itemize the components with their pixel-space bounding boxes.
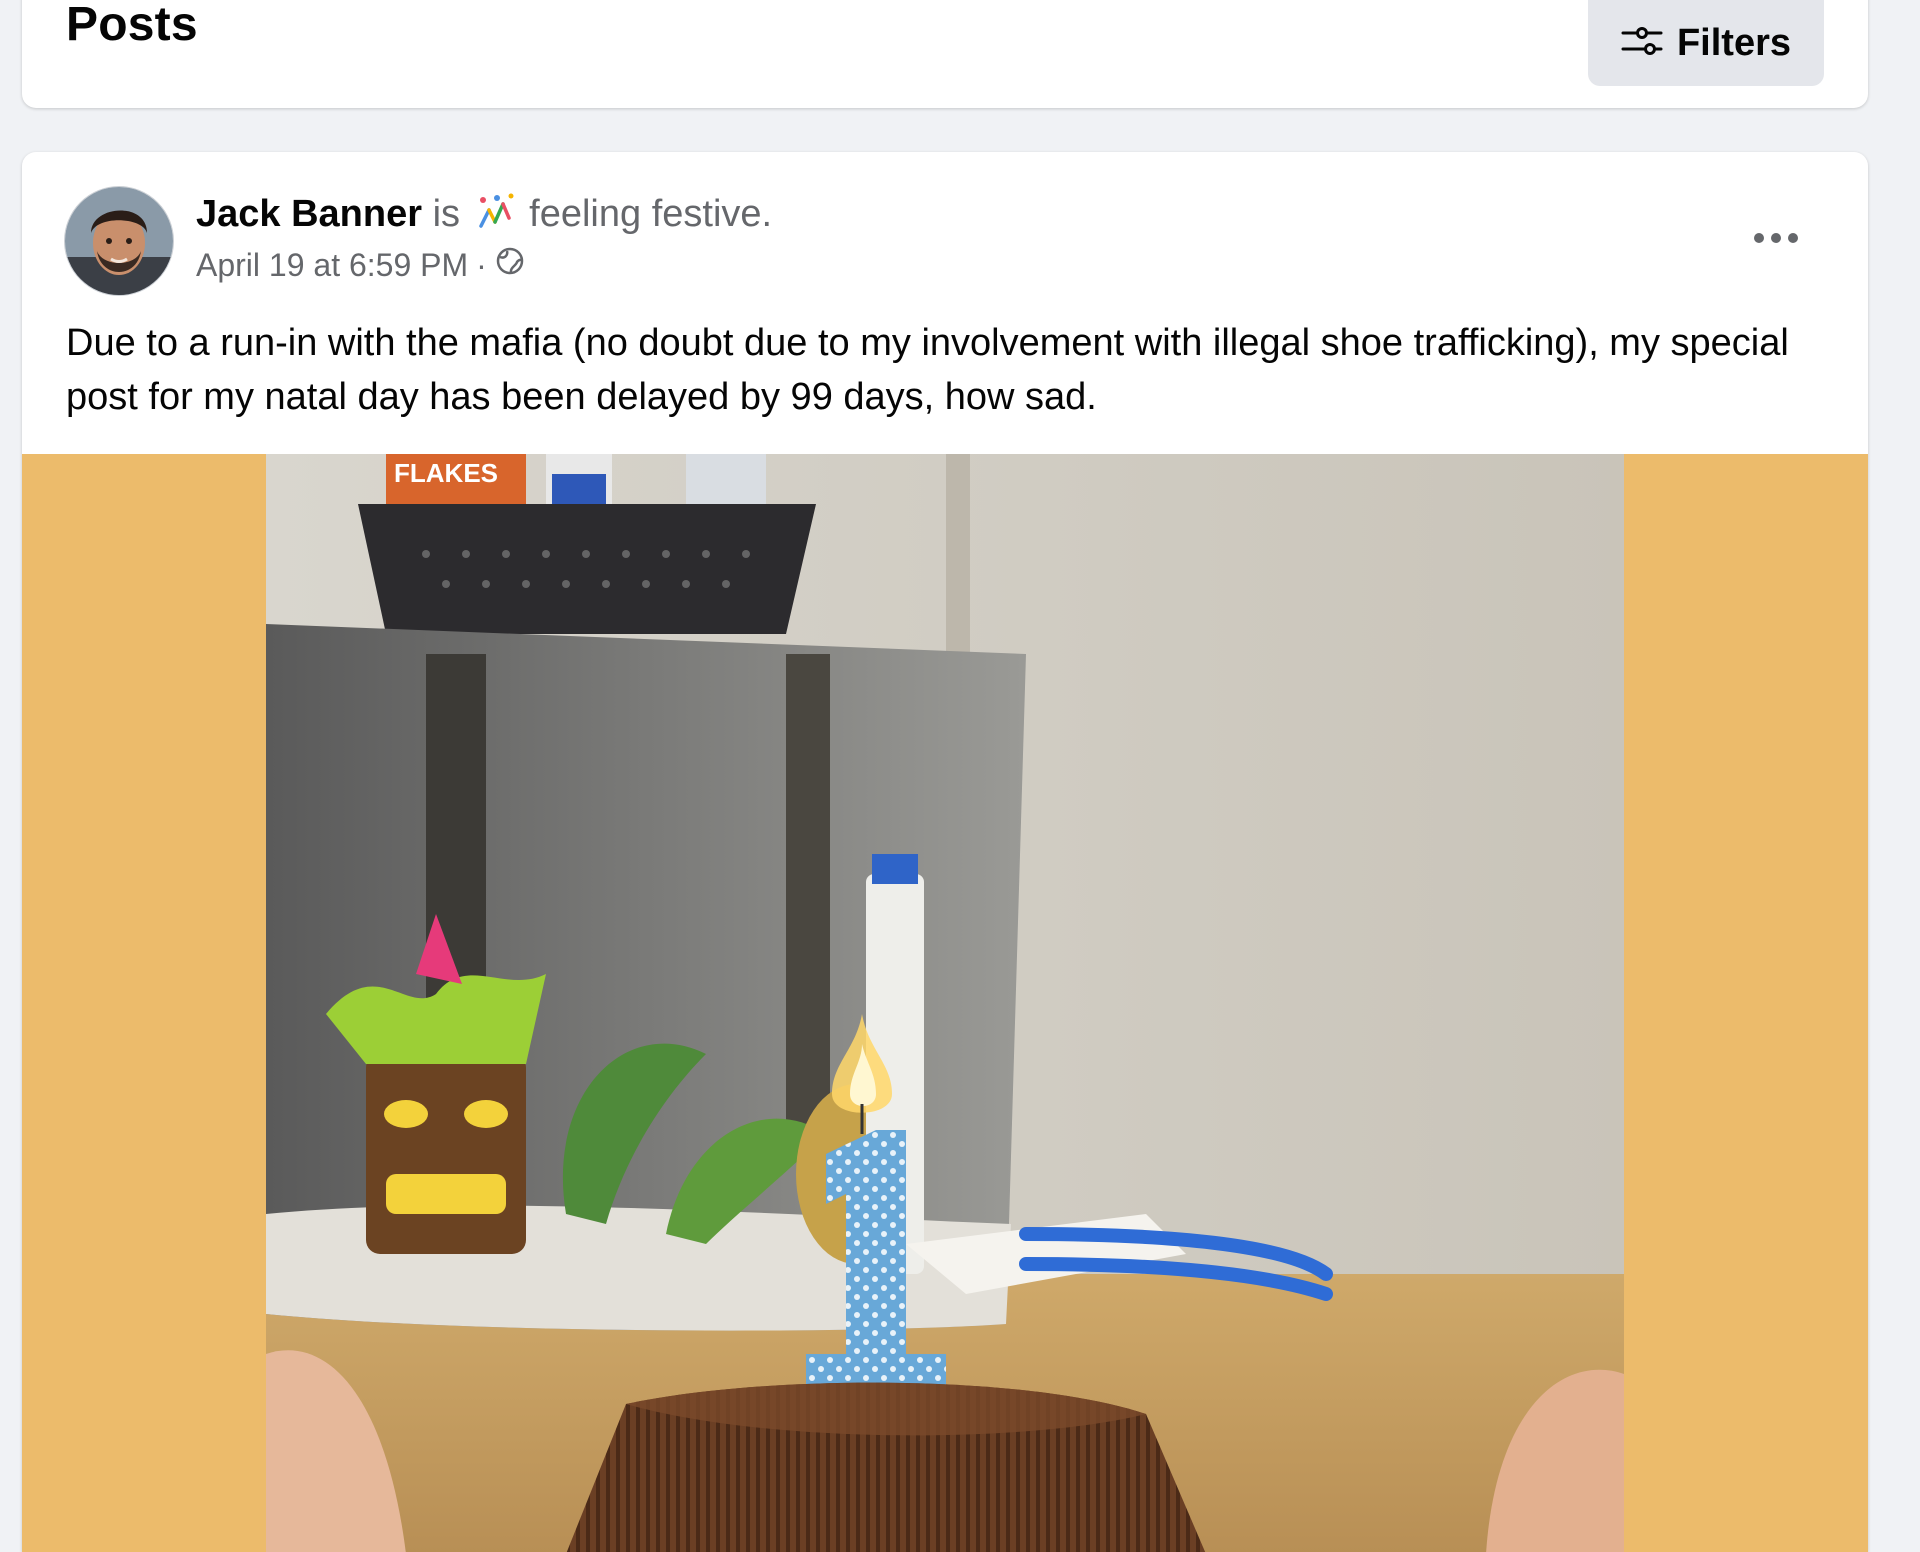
post-card: Jack Banner is feeling festive. April 19… bbox=[22, 152, 1868, 1552]
filters-button-label: Filters bbox=[1676, 21, 1792, 64]
post-meta: April 19 at 6:59 PM · bbox=[196, 244, 525, 286]
post-text: Due to a run-in with the mafia (no doubt… bbox=[66, 322, 1789, 418]
post-photo[interactable]: FLAKES bbox=[266, 454, 1624, 1552]
activity-prefix: is bbox=[432, 193, 461, 235]
more-options-icon bbox=[1753, 231, 1799, 249]
post-photo-container[interactable]: FLAKES bbox=[22, 454, 1868, 1552]
page-title: Posts bbox=[66, 0, 198, 51]
avatar[interactable] bbox=[64, 186, 174, 296]
post-author-line: Jack Banner is feeling festive. bbox=[196, 190, 772, 244]
author-name[interactable]: Jack Banner bbox=[196, 193, 422, 235]
filters-button[interactable]: Filters bbox=[1588, 0, 1824, 86]
posts-header: Posts Filters bbox=[22, 0, 1868, 108]
sliders-icon bbox=[1621, 25, 1663, 62]
post-timestamp[interactable]: April 19 at 6:59 PM bbox=[196, 244, 468, 286]
globe-icon[interactable] bbox=[495, 244, 525, 286]
meta-separator: · bbox=[476, 247, 487, 283]
more-options-button[interactable] bbox=[1744, 216, 1808, 264]
festive-confetti-icon bbox=[475, 192, 515, 244]
flakes-label: FLAKES bbox=[394, 458, 498, 488]
feeling-text[interactable]: feeling festive. bbox=[529, 193, 772, 235]
